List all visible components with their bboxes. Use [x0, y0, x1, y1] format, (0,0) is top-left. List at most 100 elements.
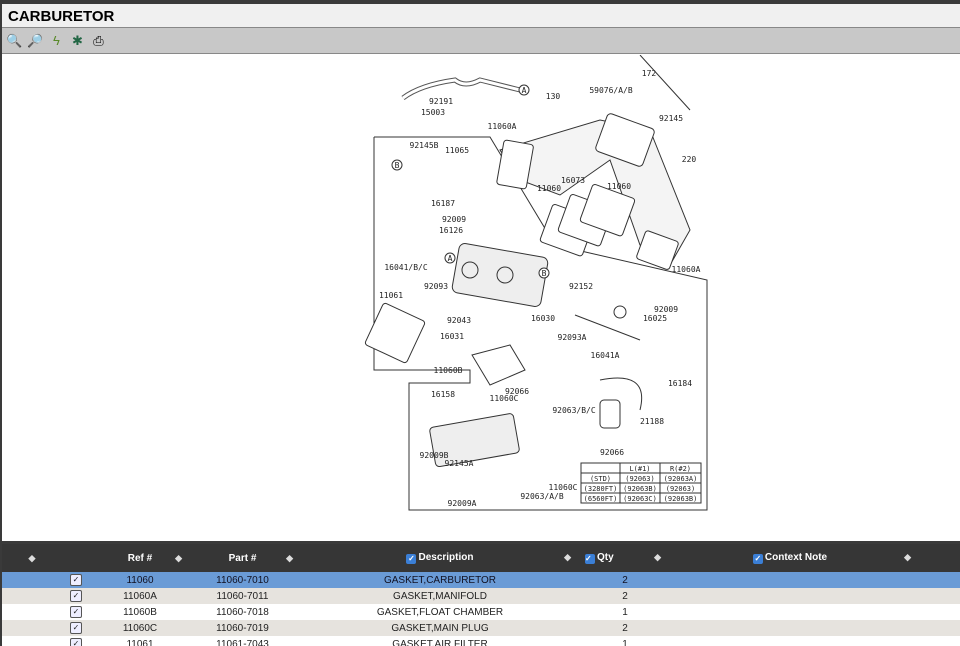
toolbar: 🔍 🔎 ϟ ✱ ⎙ — [2, 28, 960, 54]
ref-cell: 11060A — [123, 590, 157, 602]
sort-icon[interactable]: ◆ — [2, 544, 62, 572]
callout-letter: A — [522, 86, 527, 95]
part-callout-label[interactable]: 11060A — [672, 265, 701, 274]
column-context-note[interactable]: ✓ Context Note ◆ — [665, 544, 915, 572]
table-row[interactable]: ✓ 11061 11061-7043 GASKET,AIR FILTER 1 — [2, 636, 960, 646]
part-callout-label[interactable]: 16025 — [643, 314, 667, 323]
sort-icon[interactable]: ◆ — [175, 553, 182, 564]
part-callout-label[interactable]: 21188 — [640, 417, 664, 426]
add-to-list-icon[interactable]: ✓ — [70, 574, 82, 586]
column-part[interactable]: Part # ◆ — [190, 544, 295, 572]
table-row[interactable]: ✓ 11060 11060-7010 GASKET,CARBURETOR 2 — [2, 572, 960, 588]
print-icon[interactable]: ⎙ — [90, 32, 107, 49]
variant-table-cell: (92063) — [666, 485, 696, 493]
part-callout-label[interactable]: 92066 — [600, 448, 624, 457]
part-callout-label[interactable]: 16031 — [440, 332, 464, 341]
parts-table: ◆ Ref # ◆ Part # ◆ ✓ Description ◆ ✓ Qty ◆ ✓ C… — [2, 541, 960, 646]
add-to-list-icon[interactable]: ✓ — [70, 606, 82, 618]
checkbox[interactable]: ✓ — [752, 554, 763, 564]
part-callout-label[interactable]: 11060B — [434, 366, 463, 375]
sort-icon[interactable]: ◆ — [654, 552, 661, 563]
variant-table-cell: (92063B) — [664, 495, 698, 503]
exploded-parts-diagram[interactable]: A B A B 92191 15003 130 59076/A/B 172 11060A 9214… — [2, 55, 960, 541]
part-callout-label[interactable]: 172 — [642, 69, 657, 78]
callout-letter: A — [448, 254, 453, 263]
part-cell[interactable]: 11061-7043 — [190, 636, 295, 646]
part-callout-label[interactable]: 92093 — [424, 282, 448, 291]
zoom-out-icon[interactable]: 🔎 — [27, 32, 44, 49]
part-callout-label[interactable]: 16041/B/C — [384, 263, 428, 272]
part-callout-label[interactable]: 16187 — [431, 199, 455, 208]
part-callout-label[interactable]: 11060C — [490, 394, 519, 403]
part-cell[interactable]: 11060-7011 — [190, 588, 295, 604]
part-callout-label[interactable]: 16158 — [431, 390, 455, 399]
part-callout-label[interactable]: 92063/A/B — [520, 492, 564, 501]
table-header: ◆ Ref # ◆ Part # ◆ ✓ Description ◆ ✓ Qty ◆ ✓ C… — [2, 544, 960, 572]
part-cell[interactable]: 11060-7010 — [190, 572, 295, 588]
part-callout-label[interactable]: 16041A — [591, 351, 620, 360]
part-callout-label[interactable]: 92145A — [445, 459, 474, 468]
part-callout-label[interactable]: 92145 — [659, 114, 683, 123]
variant-table-cell: (92063C) — [623, 495, 657, 503]
table-row[interactable]: ✓ 11060C 11060-7019 GASKET,MAIN PLUG 2 — [2, 620, 960, 636]
variant-table-cell: (3280FT) — [584, 485, 618, 493]
part-callout-label[interactable]: 16073 — [561, 176, 585, 185]
qty-cell: 2 — [622, 622, 628, 634]
part-callout-label[interactable]: 92009 — [654, 305, 678, 314]
callout-letter: B — [542, 269, 547, 278]
part-callout-label[interactable]: 92063/B/C — [552, 406, 596, 415]
part-callout-label[interactable]: 130 — [546, 92, 561, 101]
part-callout-label[interactable]: 11060 — [607, 182, 631, 191]
part-callout-label[interactable]: 11060 — [537, 184, 561, 193]
sort-icon[interactable]: ◆ — [564, 552, 571, 563]
variant-table-cell: R(#2) — [670, 465, 691, 473]
column-qty[interactable]: ✓ Qty ◆ — [585, 544, 665, 572]
part-callout-label[interactable]: 220 — [682, 155, 697, 164]
variant-table-cell: (STD) — [590, 475, 611, 483]
part-callout-label[interactable]: 11060A — [488, 122, 517, 131]
part-callout-label[interactable]: 92009A — [448, 499, 477, 508]
part-callout-label[interactable]: 59076/A/B — [589, 86, 633, 95]
part-callout-label[interactable]: 92009 — [442, 215, 466, 224]
add-to-list-icon[interactable]: ✓ — [70, 590, 82, 602]
lightning-icon[interactable]: ϟ — [48, 32, 65, 49]
qty-cell: 1 — [622, 606, 628, 618]
page-title: CARBURETOR — [2, 4, 960, 28]
window: CARBURETOR 🔍 🔎 ϟ ✱ ⎙ A B A B 92191 15003 130 5… — [2, 4, 960, 646]
part-callout-label[interactable]: 16030 — [531, 314, 555, 323]
part-callout-label[interactable]: 16126 — [439, 226, 463, 235]
part-callout-label[interactable]: 92191 — [429, 97, 453, 106]
part-callout-label[interactable]: 92145B — [410, 141, 439, 150]
part-callout-label[interactable]: 16184 — [668, 379, 692, 388]
variant-table-cell: (92063A) — [664, 475, 698, 483]
add-to-list-icon[interactable]: ✓ — [70, 622, 82, 634]
ref-cell: 11061 — [126, 638, 154, 646]
qty-cell: 2 — [622, 574, 628, 586]
part-callout-label[interactable]: 11065 — [445, 146, 469, 155]
part-callout-label[interactable]: 11061 — [379, 291, 403, 300]
description-cell: GASKET,FLOAT CHAMBER — [376, 606, 504, 618]
part-callout-label[interactable]: 92152 — [569, 282, 593, 291]
part-cell[interactable]: 11060-7018 — [190, 604, 295, 620]
sort-icon[interactable]: ◆ — [904, 552, 911, 563]
variant-table-cell: (6560FT) — [584, 495, 618, 503]
callout-letter: B — [395, 161, 400, 170]
variant-table: L(#1) R(#2) (STD) (92063) (92063A) (3280FT) (9… — [580, 462, 702, 504]
sort-icon[interactable]: ◆ — [286, 553, 293, 564]
description-cell: GASKET,CARBURETOR — [383, 574, 497, 586]
column-description[interactable]: ✓ Description ◆ — [295, 544, 585, 572]
zoom-in-icon[interactable]: 🔍 — [6, 32, 23, 49]
part-cell[interactable]: 11060-7019 — [190, 620, 295, 636]
column-f[interactable]: ✓F — [915, 544, 960, 572]
checkbox[interactable]: ✓ — [585, 554, 595, 564]
table-row[interactable]: ✓ 11060A 11060-7011 GASKET,MANIFOLD 2 — [2, 588, 960, 604]
part-callout-label[interactable]: 15003 — [421, 108, 445, 117]
part-callout-label[interactable]: 92093A — [558, 333, 587, 342]
settings-bug-icon[interactable]: ✱ — [69, 32, 86, 49]
checkbox[interactable]: ✓ — [406, 554, 417, 564]
column-ref[interactable]: Ref # ◆ — [90, 544, 190, 572]
part-callout-label[interactable]: 11060C — [549, 483, 578, 492]
table-row[interactable]: ✓ 11060B 11060-7018 GASKET,FLOAT CHAMBER 1 — [2, 604, 960, 620]
add-to-list-icon[interactable]: ✓ — [70, 638, 82, 646]
part-callout-label[interactable]: 92043 — [447, 316, 471, 325]
